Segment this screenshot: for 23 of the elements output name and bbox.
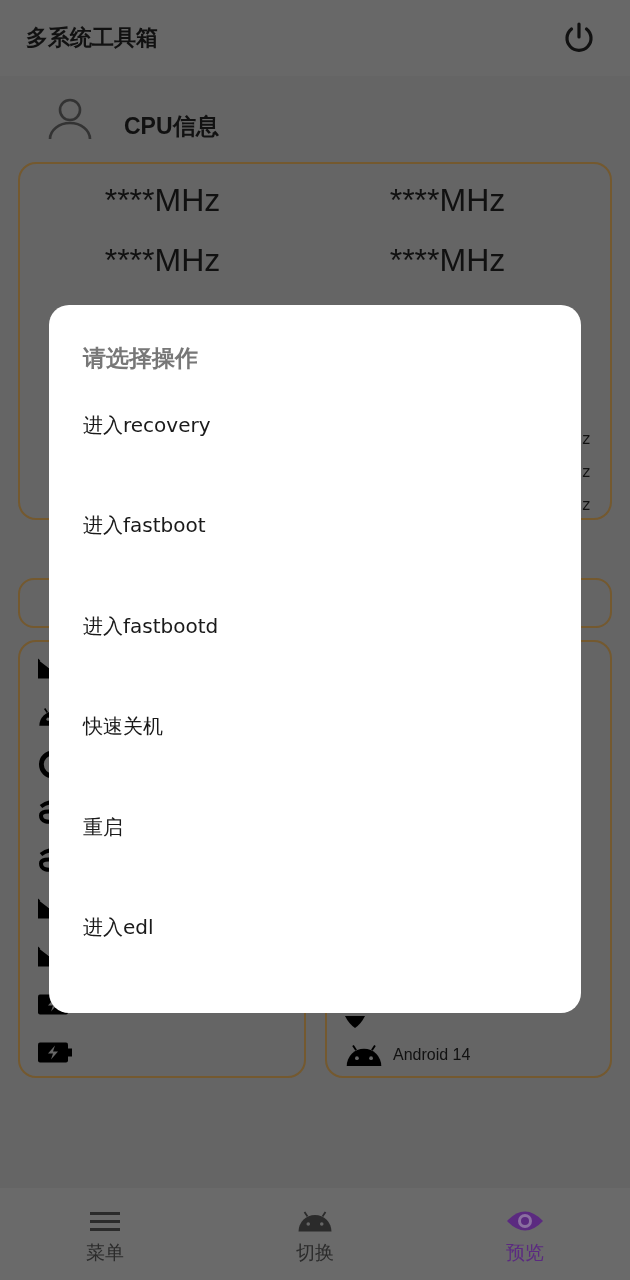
dialog-option[interactable]: 进入recovery [49, 375, 581, 476]
frequency-value: ****MHz [104, 242, 221, 278]
glyph-icon [38, 846, 49, 875]
cluster-value: z [582, 495, 590, 516]
frequency-value: ****MHz [389, 182, 506, 218]
cluster-value: z [582, 462, 590, 483]
cluster-value: z [582, 429, 590, 450]
shield-icon [345, 1016, 365, 1028]
person-icon [48, 98, 92, 140]
dialog-option[interactable]: 进入fastboot [49, 475, 581, 576]
dialog-option[interactable]: 进入fastbootd [49, 576, 581, 677]
section-title: CPU信息 [124, 111, 219, 141]
dialog-option[interactable]: 快速关机 [49, 676, 581, 777]
android-version: Android 14 [393, 1046, 471, 1064]
frequency-value: ****MHz [104, 182, 221, 218]
app-title: 多系统工具箱 [26, 24, 158, 52]
glyph-icon [38, 798, 49, 827]
dialog-option[interactable]: 重启 [49, 777, 581, 878]
frequency-value: ****MHz [389, 242, 506, 278]
dialog-title: 请选择操作 [83, 344, 199, 373]
android-icon [345, 1044, 383, 1066]
dialog-option[interactable]: 进入edl [49, 877, 581, 978]
power-icon[interactable] [562, 21, 596, 55]
